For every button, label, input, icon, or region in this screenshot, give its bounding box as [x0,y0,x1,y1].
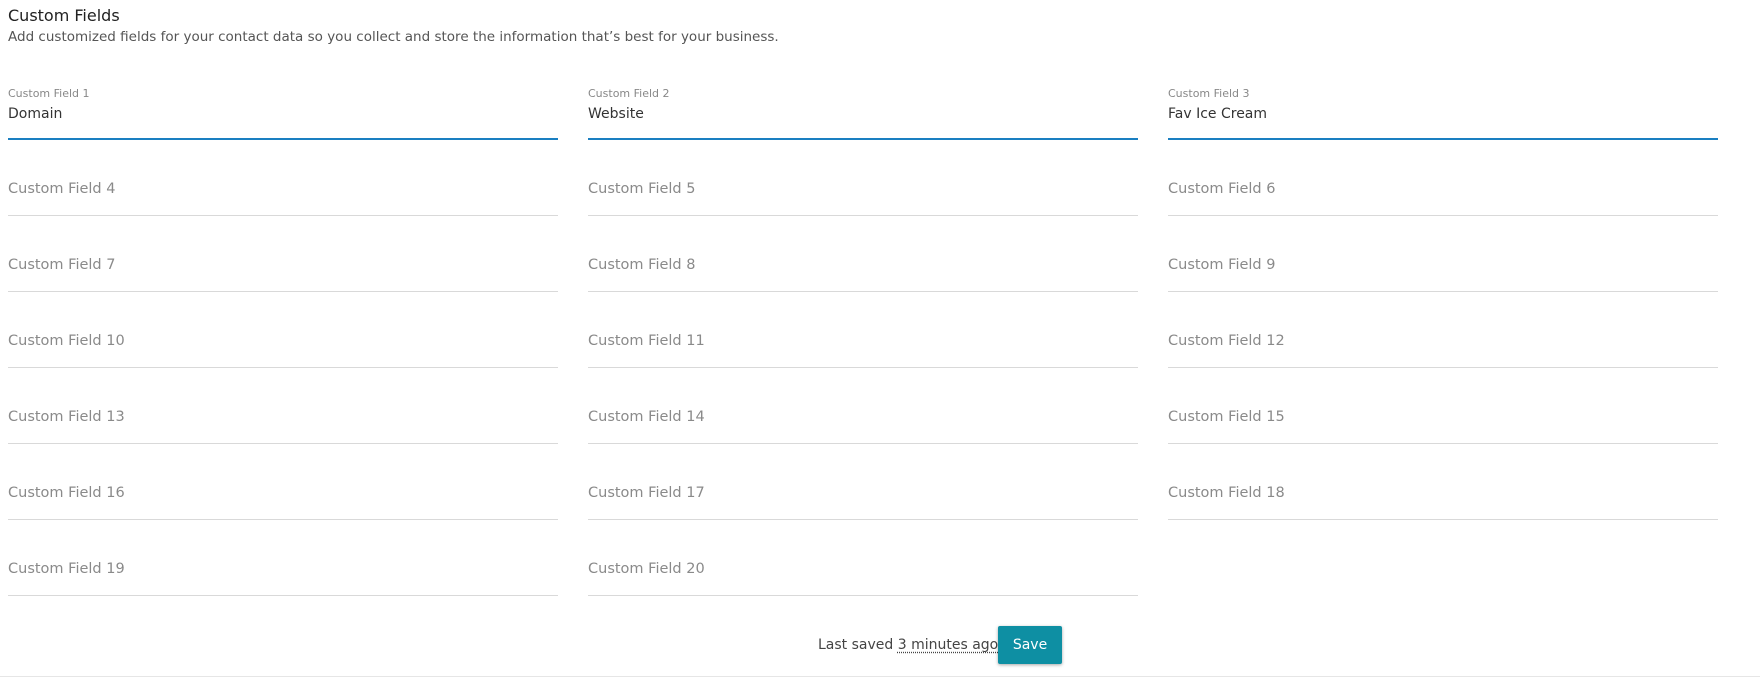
custom-field-value[interactable]: Website [588,105,644,123]
custom-field-placeholder[interactable]: Custom Field 11 [588,332,705,350]
field-underline [1168,215,1718,216]
field-underline [588,291,1138,292]
custom-field-14[interactable]: Custom Field 14 [588,385,1138,461]
custom-field-label: Custom Field 1 [8,87,90,100]
custom-field-placeholder[interactable]: Custom Field 10 [8,332,125,350]
custom-field-8[interactable]: Custom Field 8 [588,233,1138,309]
field-underline [1168,291,1718,292]
field-underline [1168,443,1718,444]
custom-fields-section: Custom Fields Add customized fields for … [8,6,1718,596]
custom-field-value[interactable]: Domain [8,105,62,123]
field-underline [8,519,558,520]
page-title: Custom Fields [8,6,120,25]
custom-field-19[interactable]: Custom Field 19 [8,537,558,613]
custom-field-placeholder[interactable]: Custom Field 4 [8,180,115,198]
custom-field-label: Custom Field 2 [588,87,670,100]
custom-field-placeholder[interactable]: Custom Field 15 [1168,408,1285,426]
last-saved-prefix: Last saved [818,637,894,653]
last-saved-time: 3 minutes ago [897,637,999,653]
custom-field-4[interactable]: Custom Field 4 [8,157,558,233]
custom-field-6[interactable]: Custom Field 6 [1168,157,1718,233]
field-underline [588,138,1138,140]
custom-field-placeholder[interactable]: Custom Field 5 [588,180,695,198]
custom-field-placeholder[interactable]: Custom Field 16 [8,484,125,502]
custom-field-16[interactable]: Custom Field 16 [8,461,558,537]
custom-field-placeholder[interactable]: Custom Field 12 [1168,332,1285,350]
custom-field-placeholder[interactable]: Custom Field 19 [8,560,125,578]
custom-fields-grid: Custom Field 1 Domain Custom Field 2 Websit… [8,81,1718,613]
custom-field-placeholder[interactable]: Custom Field 18 [1168,484,1285,502]
custom-field-placeholder[interactable]: Custom Field 17 [588,484,705,502]
save-button[interactable]: Save [998,626,1062,664]
field-underline [1168,367,1718,368]
custom-field-9[interactable]: Custom Field 9 [1168,233,1718,309]
field-underline [1168,519,1718,520]
custom-field-15[interactable]: Custom Field 15 [1168,385,1718,461]
field-underline [8,138,558,140]
custom-field-1[interactable]: Custom Field 1 Domain [8,81,558,157]
field-underline [8,367,558,368]
form-footer: Last saved 3 minutes ago Save [0,626,1760,666]
bottom-divider [0,676,1760,677]
custom-field-placeholder[interactable]: Custom Field 9 [1168,256,1275,274]
field-underline [588,443,1138,444]
custom-field-placeholder[interactable]: Custom Field 7 [8,256,115,274]
field-underline [588,215,1138,216]
custom-field-12[interactable]: Custom Field 12 [1168,309,1718,385]
custom-field-11[interactable]: Custom Field 11 [588,309,1138,385]
custom-field-placeholder[interactable]: Custom Field 20 [588,560,705,578]
custom-field-placeholder[interactable]: Custom Field 8 [588,256,695,274]
custom-field-placeholder[interactable]: Custom Field 6 [1168,180,1275,198]
custom-field-value[interactable]: Fav Ice Cream [1168,105,1267,123]
field-underline [8,215,558,216]
field-underline [588,595,1138,596]
field-underline [8,443,558,444]
custom-field-5[interactable]: Custom Field 5 [588,157,1138,233]
field-underline [588,519,1138,520]
custom-field-18[interactable]: Custom Field 18 [1168,461,1718,537]
custom-field-10[interactable]: Custom Field 10 [8,309,558,385]
custom-field-label: Custom Field 3 [1168,87,1250,100]
custom-field-3[interactable]: Custom Field 3 Fav Ice Cream [1168,81,1718,157]
custom-field-placeholder[interactable]: Custom Field 14 [588,408,705,426]
custom-field-20[interactable]: Custom Field 20 [588,537,1138,613]
field-underline [8,291,558,292]
field-underline [1168,138,1718,140]
page-subtitle: Add customized fields for your contact d… [8,29,779,45]
custom-field-placeholder[interactable]: Custom Field 13 [8,408,125,426]
last-saved-status: Last saved 3 minutes ago [818,635,998,655]
custom-field-2[interactable]: Custom Field 2 Website [588,81,1138,157]
field-underline [588,367,1138,368]
custom-field-13[interactable]: Custom Field 13 [8,385,558,461]
custom-field-7[interactable]: Custom Field 7 [8,233,558,309]
custom-field-17[interactable]: Custom Field 17 [588,461,1138,537]
field-underline [8,595,558,596]
